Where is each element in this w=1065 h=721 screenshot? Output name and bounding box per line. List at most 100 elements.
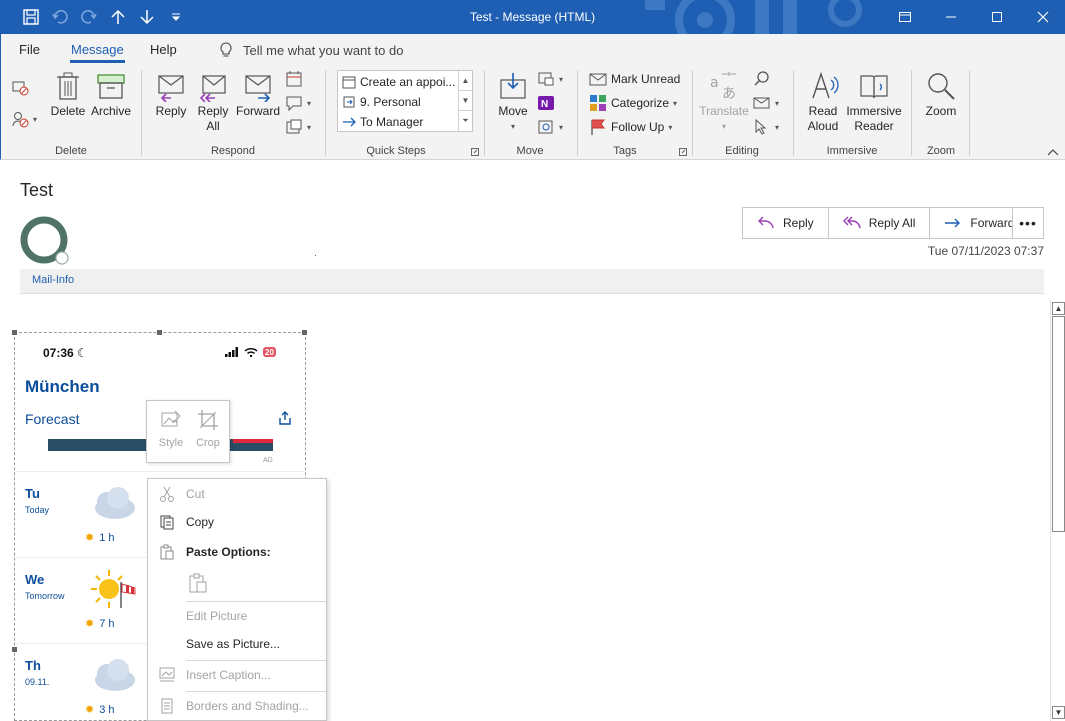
quick-steps-gallery[interactable]: Create an appoi... 9. Personal To Manage…: [337, 70, 473, 132]
categorize-button[interactable]: Categorize ▾: [589, 92, 677, 114]
weather-day-sub: Today: [25, 505, 50, 515]
meeting-button[interactable]: [285, 68, 303, 90]
quick-step-create-appointment[interactable]: Create an appoi...: [342, 73, 455, 91]
menu-separator: [186, 691, 326, 692]
crop-button[interactable]: Crop: [193, 409, 223, 449]
find-button[interactable]: [753, 68, 771, 90]
menu-item-label: Paste Options:: [186, 545, 271, 559]
move-button[interactable]: Move ▾: [493, 70, 533, 134]
menu-item-borders-shading[interactable]: Borders and Shading...: [148, 695, 326, 717]
actions-button[interactable]: ▾: [537, 116, 563, 138]
chevron-up-icon[interactable]: ▲: [459, 71, 472, 91]
onenote-button[interactable]: N: [537, 92, 555, 114]
reply-button[interactable]: Reply: [151, 70, 191, 119]
reply-all-button[interactable]: Reply All: [193, 70, 233, 134]
tab-help[interactable]: Help: [150, 42, 177, 57]
weather-day: Th: [25, 658, 41, 673]
menu-item-label: Borders and Shading...: [186, 699, 309, 713]
reply-action-button[interactable]: Reply: [743, 208, 829, 238]
quick-step-personal[interactable]: 9. Personal: [342, 93, 421, 111]
group-separator: [325, 70, 326, 156]
maximize-button[interactable]: [974, 0, 1020, 34]
scroll-up-icon[interactable]: ▲: [1052, 302, 1065, 315]
translate-button[interactable]: aあ Translate ▾: [699, 70, 749, 134]
paste-icon: [160, 544, 174, 560]
move-folder-icon: [500, 73, 526, 99]
cloud-icon: [95, 659, 135, 691]
more-actions-button[interactable]: •••: [1012, 207, 1044, 239]
forward-button[interactable]: Forward: [235, 70, 281, 119]
collapse-ribbon-icon[interactable]: [1047, 148, 1059, 156]
scroll-down-icon[interactable]: ▼: [1052, 706, 1065, 719]
zoom-button[interactable]: Zoom: [919, 70, 963, 119]
resize-handle[interactable]: [12, 330, 17, 335]
resize-handle[interactable]: [302, 330, 307, 335]
read-aloud-button[interactable]: Read Aloud: [801, 70, 845, 134]
im-button[interactable]: ▾: [285, 92, 311, 114]
chevron-down-icon[interactable]: ▼: [459, 91, 472, 111]
related-button[interactable]: ▾: [753, 92, 779, 114]
immersive-reader-button[interactable]: Immersive Reader: [845, 70, 903, 134]
scissors-icon: [160, 486, 174, 502]
immersive-group-label: Immersive: [826, 145, 878, 157]
phone-time-wrap: 07:36 ☾: [43, 346, 88, 360]
sunshine-value: 3 h: [99, 703, 115, 716]
message-subject: Test: [20, 180, 54, 200]
share-icon: [279, 411, 291, 425]
resize-handle[interactable]: [12, 647, 17, 652]
menu-item-save-as-picture[interactable]: Save as Picture...: [148, 633, 326, 655]
immersive-reader-icon: [860, 75, 888, 99]
quick-step-to-manager[interactable]: To Manager: [342, 113, 423, 131]
more-respond-button[interactable]: ▾: [285, 116, 311, 138]
translate-caret-icon: ▾: [721, 122, 726, 131]
menu-item-edit-picture[interactable]: Edit Picture: [148, 605, 326, 627]
ribbon-display-options-button[interactable]: [882, 0, 928, 34]
junk-button[interactable]: ▾: [11, 108, 37, 130]
trash-icon: [57, 72, 79, 100]
select-button[interactable]: ▾: [753, 116, 779, 138]
sender-separator: .: [314, 248, 317, 259]
tell-me-search[interactable]: Tell me what you want to do: [219, 42, 403, 58]
search-icon: [754, 71, 769, 86]
resize-handle[interactable]: [157, 330, 162, 335]
picture-style-icon: [161, 410, 181, 427]
move-label: Move: [498, 104, 528, 118]
insert-caption-icon: [159, 667, 175, 682]
info-bar: Mail-Info: [20, 269, 1044, 294]
reply-all-action-label: Reply All: [868, 216, 916, 230]
follow-up-caret-icon: ▾: [668, 122, 673, 132]
read-aloud-icon: [812, 71, 839, 99]
follow-up-button[interactable]: Follow Up ▾: [589, 116, 672, 138]
related-caret-icon: ▾: [775, 98, 780, 108]
read-aloud-label-2: Aloud: [807, 119, 839, 133]
rules-button[interactable]: ▾: [537, 68, 563, 90]
reply-all-action-button[interactable]: Reply All: [829, 208, 931, 238]
expand-gallery-icon[interactable]: ⏷: [459, 111, 472, 131]
dialog-launcher-icon[interactable]: [471, 148, 479, 156]
categorize-icon: [590, 95, 606, 111]
paste-option-button[interactable]: [186, 571, 210, 595]
svg-text:あ: あ: [722, 86, 736, 102]
tab-file[interactable]: File: [19, 42, 40, 57]
quick-steps-scroll[interactable]: ▲ ▼ ⏷: [458, 71, 472, 131]
mail-info-link[interactable]: Mail-Info: [32, 274, 74, 286]
ignore-button[interactable]: [11, 76, 29, 98]
scroll-thumb[interactable]: [1052, 316, 1065, 532]
menu-item-copy[interactable]: Copy: [148, 511, 326, 533]
archive-button[interactable]: Archive: [89, 70, 133, 119]
delete-button[interactable]: Delete: [51, 70, 85, 119]
ad-banner-accent: [233, 439, 273, 443]
tab-message[interactable]: Message: [70, 42, 125, 63]
minimize-button[interactable]: [928, 0, 974, 34]
close-button[interactable]: [1020, 0, 1065, 34]
style-button[interactable]: Style: [156, 409, 186, 449]
crop-icon: [198, 410, 218, 430]
more-respond-icon: [286, 119, 302, 134]
mark-unread-button[interactable]: Mark Unread: [589, 68, 680, 90]
menu-item-insert-caption[interactable]: Insert Caption...: [148, 664, 326, 686]
menu-item-cut[interactable]: Cut: [148, 483, 326, 505]
reply-arrow-icon: [758, 216, 774, 229]
dialog-launcher-icon[interactable]: [679, 148, 687, 156]
vertical-scrollbar[interactable]: ▲ ▼: [1050, 300, 1065, 721]
zoom-label: Zoom: [925, 104, 957, 118]
